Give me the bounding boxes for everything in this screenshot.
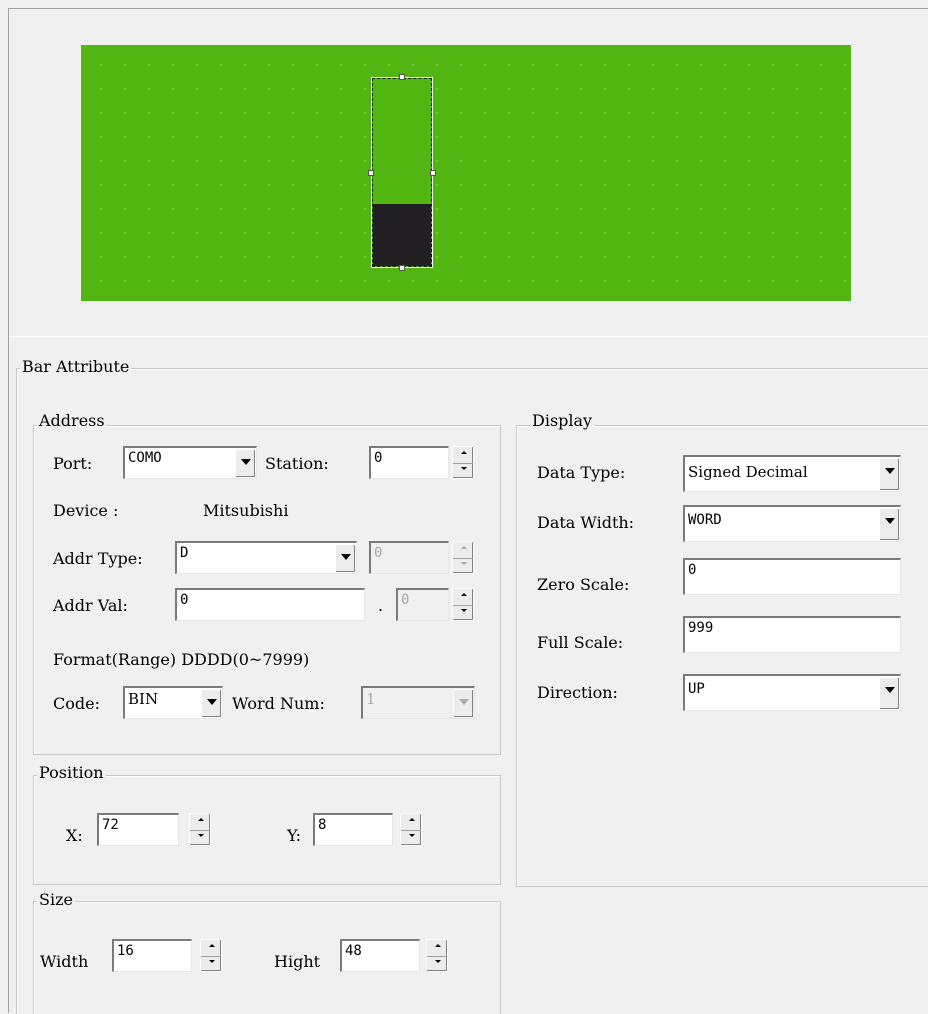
spin-down-icon[interactable] (401, 830, 421, 846)
zero-scale-label: Zero Scale: (537, 575, 630, 594)
width-label: Width (40, 952, 89, 971)
spin-up-icon[interactable] (453, 447, 473, 464)
position-title: Position (37, 763, 106, 782)
resize-handle-left[interactable] (368, 170, 374, 176)
resize-handle-top[interactable] (399, 74, 405, 80)
spin-down-icon (453, 558, 473, 574)
addr-type-sub-value: 0 (374, 545, 383, 561)
display-title: Display (530, 411, 595, 430)
hight-spinner[interactable] (426, 939, 448, 972)
word-num-select: 1 (361, 686, 475, 719)
x-input[interactable]: 72 (97, 813, 179, 846)
port-select[interactable]: COMO (123, 446, 257, 479)
code-label: Code: (53, 694, 100, 713)
size-title: Size (37, 890, 75, 909)
x-value: 72 (102, 817, 119, 833)
full-scale-label: Full Scale: (537, 633, 624, 652)
station-input[interactable]: 0 (369, 446, 449, 479)
chevron-down-icon[interactable] (879, 458, 899, 490)
spin-up-icon[interactable] (190, 814, 210, 831)
bar-graph-element[interactable] (371, 77, 433, 268)
data-width-value: WORD (688, 512, 722, 528)
station-spinner[interactable] (452, 446, 474, 479)
data-type-value: Signed Decimal (688, 463, 808, 481)
display-group (516, 425, 928, 887)
bar-attribute-title: Bar Attribute (20, 357, 132, 376)
full-scale-value: 999 (688, 620, 714, 636)
selection-outline (372, 78, 432, 267)
addr-type-sub-input: 0 (369, 541, 449, 574)
data-type-label: Data Type: (537, 463, 626, 482)
chevron-down-icon (453, 689, 473, 717)
spin-down-icon[interactable] (427, 956, 447, 972)
addr-val-label: Addr Val: (53, 596, 128, 615)
device-value: Mitsubishi (203, 501, 289, 520)
addr-type-value: D (180, 545, 189, 561)
y-input[interactable]: 8 (313, 813, 393, 846)
device-label: Device : (53, 501, 119, 520)
width-spinner[interactable] (200, 939, 222, 972)
x-label: X: (66, 826, 83, 845)
word-num-label: Word Num: (232, 694, 325, 713)
y-label: Y: (287, 826, 301, 845)
addr-val-sub-spinner[interactable] (452, 588, 474, 621)
hight-value: 48 (345, 943, 362, 959)
x-spinner[interactable] (189, 813, 211, 846)
addr-val-value: 0 (180, 592, 189, 608)
spin-up-icon[interactable] (453, 589, 473, 606)
word-num-value: 1 (366, 690, 376, 708)
format-range-text: Format(Range) DDDD(0~7999) (53, 650, 310, 669)
hight-input[interactable]: 48 (340, 939, 420, 972)
code-select[interactable]: BIN (123, 686, 223, 719)
width-value: 16 (117, 943, 134, 959)
data-type-select[interactable]: Signed Decimal (683, 455, 901, 492)
resize-handle-right[interactable] (430, 170, 436, 176)
chevron-down-icon[interactable] (235, 449, 255, 477)
width-input[interactable]: 16 (112, 939, 192, 972)
direction-select[interactable]: UP (683, 674, 901, 711)
addr-val-sub-value: 0 (401, 592, 410, 608)
chevron-down-icon[interactable] (335, 544, 355, 572)
chevron-down-icon[interactable] (201, 689, 221, 717)
data-width-select[interactable]: WORD (683, 505, 901, 542)
addr-type-label: Addr Type: (53, 549, 143, 568)
address-title: Address (37, 411, 107, 430)
spin-down-icon[interactable] (201, 956, 221, 972)
chevron-down-icon[interactable] (879, 677, 899, 709)
y-value: 8 (318, 817, 327, 833)
spin-up-icon (453, 542, 473, 559)
zero-scale-value: 0 (688, 562, 697, 578)
addr-val-sub-input: 0 (396, 588, 449, 621)
port-label: Port: (53, 454, 93, 473)
spin-down-icon[interactable] (190, 830, 210, 846)
addr-type-sub-spinner (452, 541, 474, 574)
spin-up-icon[interactable] (201, 940, 221, 957)
hight-label: Hight (274, 952, 321, 971)
zero-scale-input[interactable]: 0 (683, 558, 901, 595)
code-value: BIN (128, 690, 159, 708)
preview-canvas (81, 45, 851, 301)
spin-down-icon[interactable] (453, 463, 473, 479)
station-label: Station: (265, 454, 329, 473)
addr-val-input[interactable]: 0 (175, 588, 365, 621)
spin-up-icon[interactable] (427, 940, 447, 957)
direction-label: Direction: (537, 683, 618, 702)
chevron-down-icon[interactable] (879, 508, 899, 540)
addr-type-select[interactable]: D (175, 541, 357, 574)
direction-value: UP (688, 681, 705, 697)
spin-up-icon[interactable] (401, 814, 421, 831)
panel-edge (8, 335, 9, 1013)
addr-val-dot: . (378, 596, 384, 615)
port-value: COMO (128, 450, 162, 466)
data-width-label: Data Width: (537, 513, 635, 532)
full-scale-input[interactable]: 999 (683, 616, 901, 653)
y-spinner[interactable] (400, 813, 422, 846)
station-value: 0 (374, 450, 383, 466)
resize-handle-bottom[interactable] (399, 265, 405, 271)
spin-down-icon[interactable] (453, 605, 473, 621)
